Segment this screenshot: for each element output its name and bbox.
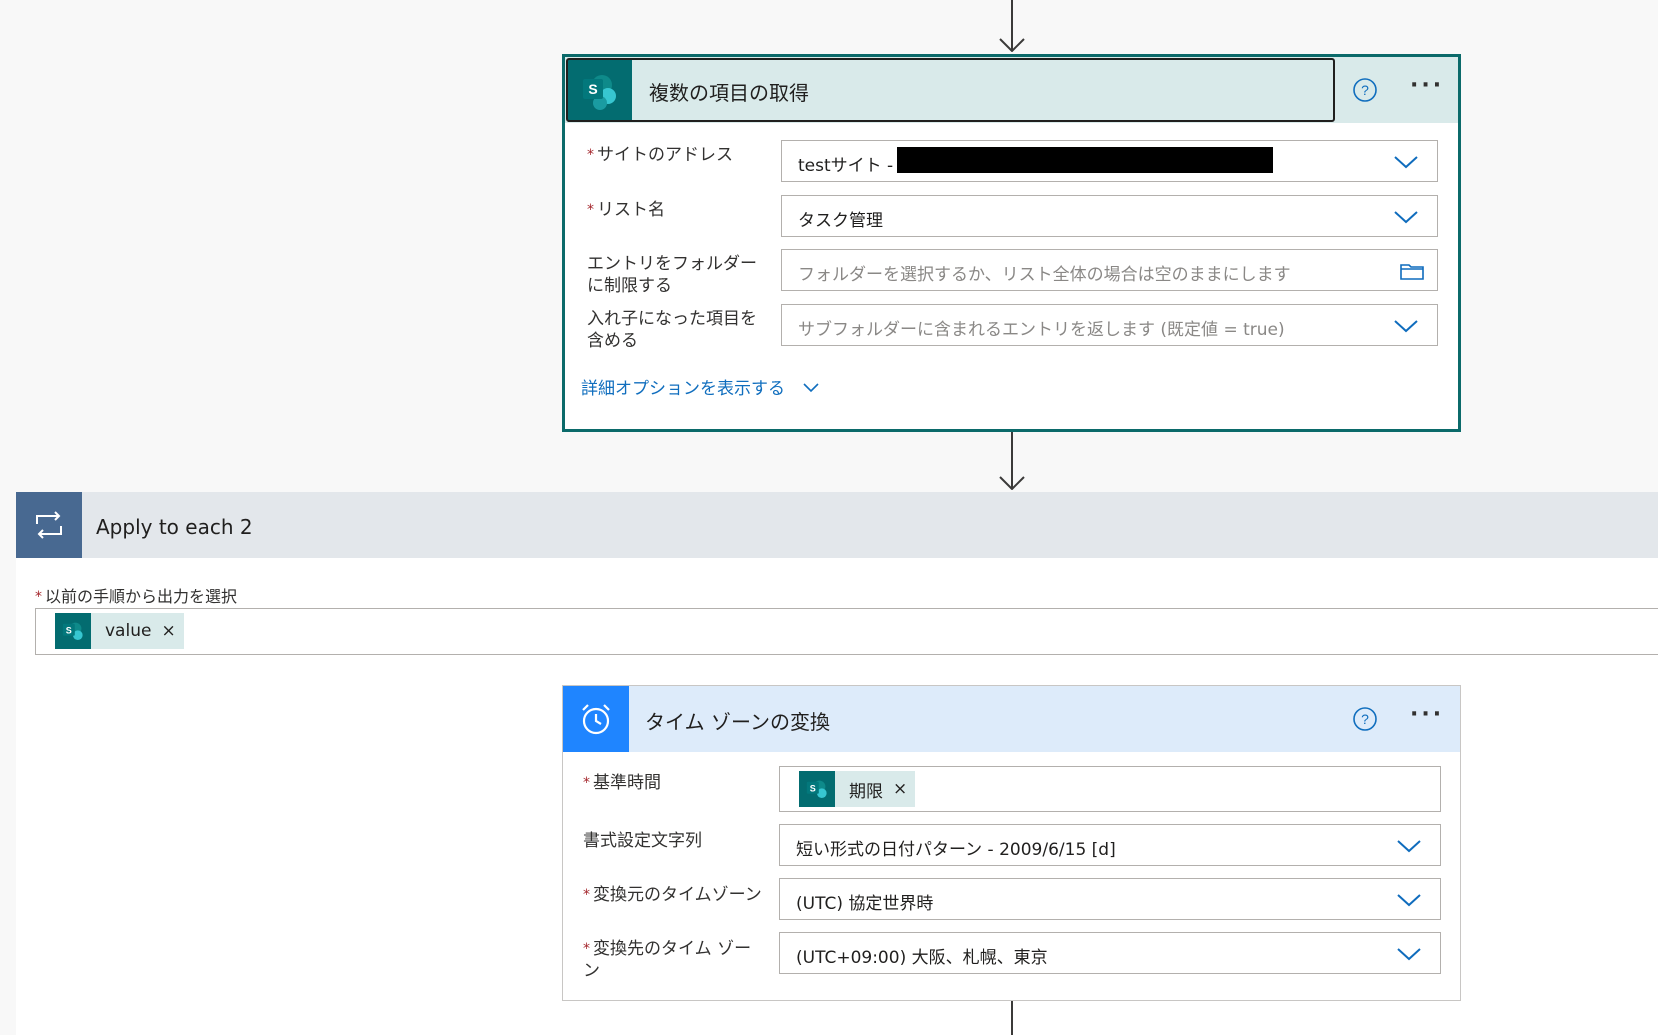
list-name-label: * リスト名 [587, 200, 665, 220]
folder-placeholder: フォルダーを選択するか、リスト全体の場合は空のままにします [798, 265, 1291, 285]
destination-timezone-label: * 変換先のタイム ゾー ン [583, 939, 752, 981]
required-mark: * [587, 202, 594, 218]
arrow-down-icon [999, 476, 1025, 490]
token-label: value [105, 621, 152, 641]
sharepoint-icon: S [799, 771, 835, 807]
base-time-input[interactable]: S 期限 × [779, 766, 1441, 812]
svg-text:?: ? [1361, 82, 1369, 98]
redacted-block [897, 147, 1273, 173]
show-advanced-options-link[interactable]: 詳細オプションを表示する [581, 374, 820, 399]
limit-folder-label: エントリをフォルダー に制限する [587, 254, 757, 296]
include-nested-dropdown[interactable]: サブフォルダーに含まれるエントリを返します (既定値 = true) [781, 304, 1438, 346]
source-timezone-value: (UTC) 協定世界時 [796, 894, 934, 914]
chevron-down-icon [803, 383, 819, 393]
select-output-input[interactable]: S value × [35, 608, 1658, 655]
source-timezone-dropdown[interactable]: (UTC) 協定世界時 [779, 878, 1441, 920]
site-address-dropdown[interactable]: testサイト - [781, 140, 1438, 182]
chevron-down-icon[interactable] [1396, 945, 1422, 963]
chevron-down-icon[interactable] [1393, 153, 1419, 171]
help-icon[interactable]: ? [1352, 706, 1378, 732]
include-nested-label: 入れ子になった項目を 含める [587, 309, 757, 351]
destination-timezone-value: (UTC+09:00) 大阪、札幌、東京 [796, 948, 1048, 968]
svg-text:S: S [810, 783, 816, 793]
token-label: 期限 [849, 781, 883, 802]
apply-to-each-title: Apply to each 2 [96, 515, 253, 539]
chevron-down-icon[interactable] [1393, 208, 1419, 226]
arrow-down-icon [999, 38, 1025, 52]
convert-timezone-card: タイム ゾーンの変換 ? ··· * 基準時間 S 期限 × 書式設定文字列 短い… [562, 685, 1461, 1001]
required-mark: * [583, 887, 590, 903]
source-timezone-label: * 変換元のタイムゾーン [583, 885, 762, 905]
deadline-token[interactable]: S 期限 × [799, 771, 916, 807]
card-header[interactable]: タイム ゾーンの変換 ? ··· [563, 686, 1460, 752]
site-address-label: * サイトのアドレス [587, 145, 733, 165]
remove-token-icon[interactable]: × [161, 621, 175, 641]
card-title: タイム ゾーンの変換 [645, 710, 830, 734]
chevron-down-icon[interactable] [1393, 317, 1419, 335]
value-token[interactable]: S value × [55, 613, 184, 649]
base-time-label: * 基準時間 [583, 773, 661, 793]
chevron-down-icon[interactable] [1396, 837, 1422, 855]
destination-timezone-dropdown[interactable]: (UTC+09:00) 大阪、札幌、東京 [779, 932, 1441, 974]
list-name-dropdown[interactable]: タスク管理 [781, 195, 1438, 237]
alarm-clock-icon [563, 686, 629, 752]
svg-text:S: S [66, 625, 72, 635]
select-output-label: * 以前の手順から出力を選択 [35, 587, 238, 606]
svg-text:?: ? [1361, 711, 1369, 727]
remove-token-icon[interactable]: × [893, 779, 907, 799]
format-string-dropdown[interactable]: 短い形式の日付パターン - 2009/6/15 [d] [779, 824, 1441, 866]
card-title: 複数の項目の取得 [649, 81, 809, 105]
required-mark: * [587, 147, 594, 163]
card-header[interactable]: S 複数の項目の取得 ? ··· [565, 57, 1458, 123]
more-options-icon[interactable]: ··· [1410, 702, 1444, 727]
sharepoint-icon: S [55, 613, 91, 649]
format-string-value: 短い形式の日付パターン - 2009/6/15 [d] [796, 840, 1116, 860]
format-string-label: 書式設定文字列 [583, 831, 702, 851]
folder-input[interactable]: フォルダーを選択するか、リスト全体の場合は空のままにします [781, 249, 1438, 291]
include-nested-placeholder: サブフォルダーに含まれるエントリを返します (既定値 = true) [798, 320, 1285, 340]
folder-icon[interactable] [1399, 261, 1425, 281]
list-name-value: タスク管理 [798, 211, 883, 231]
help-icon[interactable]: ? [1352, 77, 1378, 103]
more-options-icon[interactable]: ··· [1410, 73, 1444, 98]
required-mark: * [583, 775, 590, 791]
site-address-value: testサイト - [798, 156, 894, 176]
apply-to-each-header[interactable] [16, 492, 1658, 558]
required-mark: * [35, 589, 42, 605]
loop-icon [16, 492, 82, 558]
connector-line [1011, 1001, 1013, 1035]
required-mark: * [583, 941, 590, 957]
chevron-down-icon[interactable] [1396, 891, 1422, 909]
get-items-card: S 複数の項目の取得 ? ··· * サイトのアドレス testサイト - * リス… [562, 54, 1461, 432]
